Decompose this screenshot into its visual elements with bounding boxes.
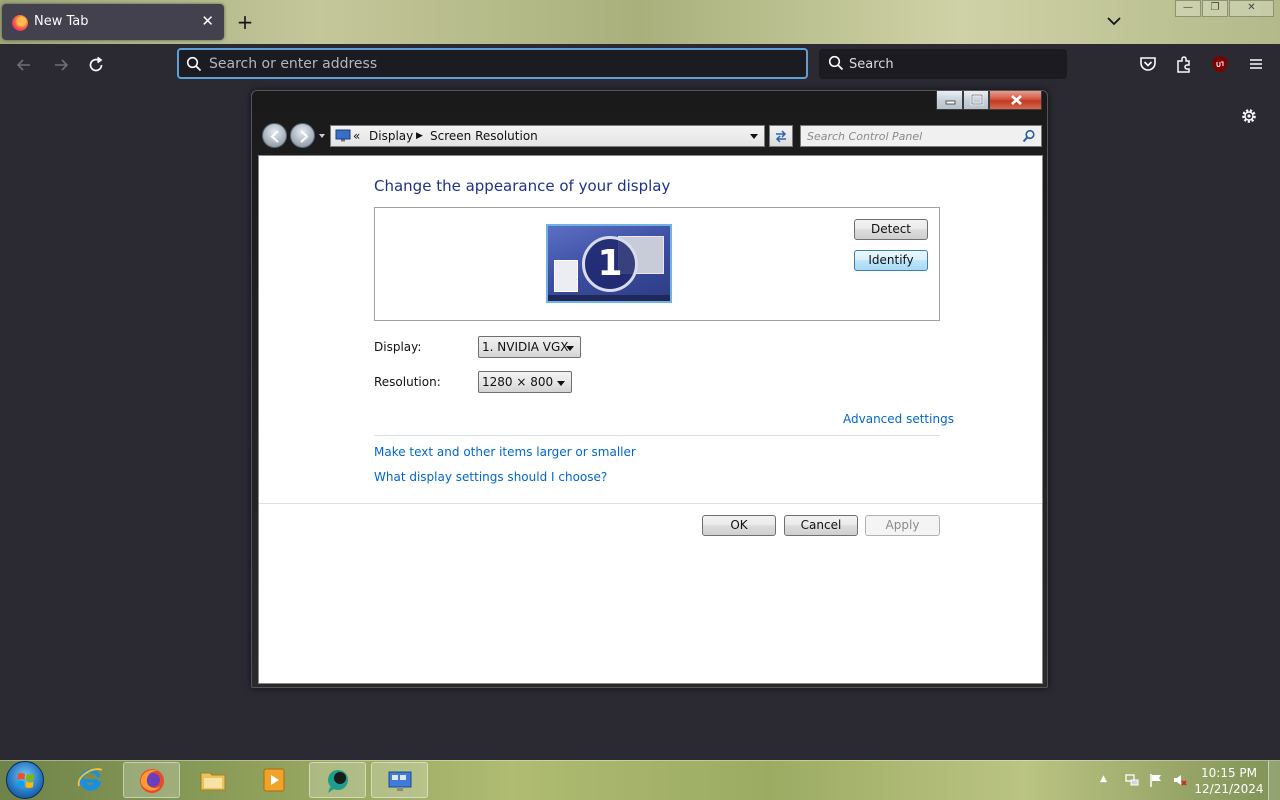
divider [374,435,940,436]
advanced-settings-link[interactable]: Advanced settings [843,412,954,426]
breadcrumb-overflow[interactable]: « [353,129,360,143]
show-desktop-button[interactable] [1268,761,1280,800]
monitor-number: 1 [582,236,638,292]
screen-resolution-content: Change the appearance of your display 1 … [258,155,1043,684]
display-arrangement-panel: 1 Detect Identify [374,207,940,321]
detect-button[interactable]: Detect [854,219,928,240]
window-preview-small [554,260,578,292]
gear-icon[interactable] [1239,106,1259,126]
forward-button[interactable] [290,123,315,148]
chat-bubble-icon [328,770,348,793]
firefox-icon [12,15,28,31]
screen-resolution-window: « Display ▶ Screen Resolution Change the… [251,90,1048,688]
ok-button[interactable]: OK [702,515,776,536]
windows-logo-icon [17,773,34,788]
minimize-icon[interactable] [936,91,963,110]
address-bar[interactable] [177,48,808,79]
recent-pages-chevron-icon[interactable] [318,132,326,140]
web-search-input[interactable] [849,55,1059,73]
resolution-select-value: 1280 × 800 [482,375,554,389]
pocket-icon[interactable] [1138,54,1158,74]
close-tab-icon[interactable]: ✕ [201,12,214,30]
folder-icon [200,772,226,791]
chevron-down-icon [557,381,565,386]
display-select-value: 1. NVIDIA VGX [482,340,569,354]
tab-new-tab[interactable]: New Tab ✕ [2,4,224,40]
clock-date[interactable]: 12/21/2024 [1193,782,1265,796]
navigation-toolbar [0,44,1280,85]
volume-muted-icon[interactable] [1172,772,1188,788]
display-settings-icon [388,771,412,791]
search-icon [186,56,202,72]
divider [259,503,1042,504]
control-panel-search-input[interactable] [807,129,1012,143]
reload-icon[interactable] [85,54,107,76]
display-help-link[interactable]: What display settings should I choose? [374,470,607,484]
cancel-button[interactable]: Cancel [784,515,858,536]
text-size-link[interactable]: Make text and other items larger or smal… [374,445,636,459]
web-search-bar[interactable] [819,49,1067,79]
search-icon [828,55,844,71]
network-icon[interactable] [1124,772,1140,788]
breadcrumb-separator-icon[interactable]: ▶ [416,131,423,141]
address-breadcrumb-bar[interactable]: « Display ▶ Screen Resolution [330,125,765,147]
taskbar-control-panel[interactable] [371,762,428,798]
firefox-icon [140,769,164,793]
menu-icon[interactable] [1246,54,1266,74]
start-button[interactable] [6,761,44,799]
taskbar-media-player[interactable] [246,762,303,798]
new-tab-button[interactable]: + [233,8,257,36]
resolution-select[interactable]: 1280 × 800 [478,371,572,393]
ublock-origin-icon[interactable] [1210,54,1230,74]
chevron-down-icon [566,346,574,351]
refresh-icon [775,130,787,143]
breadcrumb-display[interactable]: Display [369,129,413,143]
show-hidden-icons-icon[interactable]: ▲ [1100,774,1116,790]
search-icon[interactable] [1022,129,1036,143]
action-center-flag-icon[interactable] [1148,772,1164,788]
monitor-taskbar-strip [548,295,670,301]
page-title: Change the appearance of your display [374,177,671,195]
apply-button[interactable]: Apply [865,515,940,536]
minimize-icon[interactable]: — [1175,0,1201,17]
back-arrow-icon[interactable] [13,54,35,76]
taskbar-internet-explorer[interactable] [62,762,119,798]
taskbar-messenger[interactable] [309,762,366,798]
clock-time[interactable]: 10:15 PM [1193,766,1265,780]
extensions-icon[interactable] [1174,54,1194,74]
restore-icon[interactable]: ❐ [1202,0,1228,17]
resolution-label: Resolution: [374,375,441,389]
windows-taskbar [0,760,1280,800]
forward-arrow-icon[interactable] [50,54,72,76]
refresh-button[interactable] [769,125,793,147]
display-monitor-icon [335,129,351,142]
chevron-down-icon[interactable] [1103,10,1125,32]
explorer-navigation-row: « Display ▶ Screen Resolution [258,121,1043,151]
display-label: Display: [374,340,422,354]
taskbar-firefox[interactable] [123,762,180,798]
monitor-1-thumbnail[interactable]: 1 [546,224,672,303]
display-select[interactable]: 1. NVIDIA VGX [478,336,581,358]
media-player-icon [263,768,285,792]
internet-explorer-icon [77,768,103,791]
maximize-icon[interactable] [963,91,989,110]
address-dropdown-icon[interactable] [750,134,758,140]
tab-strip: New Tab ✕ + — ❐ ✕ [0,0,1280,44]
address-input[interactable] [209,55,799,73]
taskbar-file-explorer[interactable] [185,762,242,798]
control-panel-search[interactable] [800,125,1042,147]
identify-button[interactable]: Identify [854,250,928,271]
breadcrumb-screen-resolution[interactable]: Screen Resolution [430,129,538,143]
close-icon[interactable] [989,91,1042,110]
back-button[interactable] [262,123,287,148]
tab-title: New Tab [34,14,89,29]
close-window-icon[interactable]: ✕ [1229,0,1274,17]
